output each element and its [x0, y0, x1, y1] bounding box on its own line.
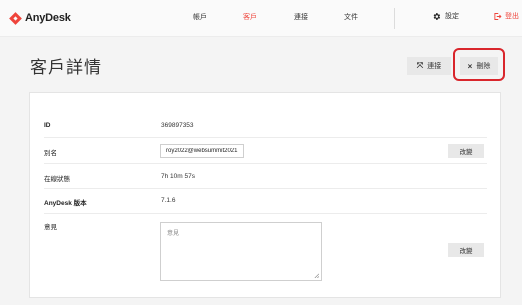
- anydesk-logo[interactable]: AnyDesk: [9, 11, 71, 25]
- top-nav: AnyDesk 帳戶 客戶 連接 文件 設定 登出: [0, 0, 522, 37]
- alias-change-button[interactable]: 改變: [448, 144, 484, 158]
- comment-change-button[interactable]: 改變: [448, 243, 484, 257]
- connect-button[interactable]: ⤧ 連接: [407, 57, 451, 75]
- comment-label: 意見: [44, 224, 57, 231]
- comment-row: 意見 意見 改變: [44, 214, 487, 286]
- online-status-label: 在線狀態: [44, 176, 70, 183]
- logout-icon: [494, 12, 502, 20]
- comment-placeholder: 意見: [167, 231, 180, 237]
- alias-input[interactable]: [160, 144, 244, 158]
- logo-text: AnyDesk: [25, 12, 71, 24]
- comment-textarea[interactable]: 意見: [160, 222, 322, 281]
- connect-label: 連接: [427, 63, 442, 70]
- version-label: AnyDesk 版本: [44, 200, 87, 207]
- logout-label: 登出: [505, 13, 519, 20]
- id-value: 369897353: [161, 122, 194, 129]
- delete-label: 刪除: [476, 63, 491, 70]
- resize-grip-icon[interactable]: [314, 273, 319, 278]
- close-icon: ×: [467, 61, 473, 71]
- version-row: AnyDesk 版本 7.1.6: [44, 189, 487, 214]
- anydesk-logo-icon: [9, 11, 22, 25]
- nav-item-files[interactable]: 文件: [344, 12, 358, 22]
- logout-link[interactable]: 登出: [493, 11, 519, 21]
- settings-label: 設定: [445, 13, 459, 20]
- online-status-value: 7h 10m 57s: [161, 173, 195, 180]
- version-value: 7.1.6: [161, 197, 176, 204]
- client-details-card: ID 369897353 別名 改變 在線狀態 7h 10m 57s AnyDe…: [29, 92, 501, 298]
- id-row: ID 369897353: [44, 113, 487, 138]
- page-title: 客戶詳情: [30, 58, 102, 77]
- online-status-row: 在線狀態 7h 10m 57s: [44, 164, 487, 189]
- gear-icon: [433, 12, 441, 20]
- nav-item-clients[interactable]: 客戶: [243, 12, 257, 22]
- nav-divider: [394, 8, 395, 29]
- alias-row: 別名 改變: [44, 138, 487, 164]
- nav-item-connections[interactable]: 連接: [294, 12, 308, 22]
- delete-button[interactable]: × 刪除: [460, 57, 498, 75]
- settings-link[interactable]: 設定: [432, 11, 459, 21]
- id-label: ID: [44, 122, 51, 129]
- connect-arrows-icon: ⤧: [416, 61, 424, 70]
- alias-label: 別名: [44, 150, 57, 157]
- nav-item-account[interactable]: 帳戶: [193, 12, 207, 22]
